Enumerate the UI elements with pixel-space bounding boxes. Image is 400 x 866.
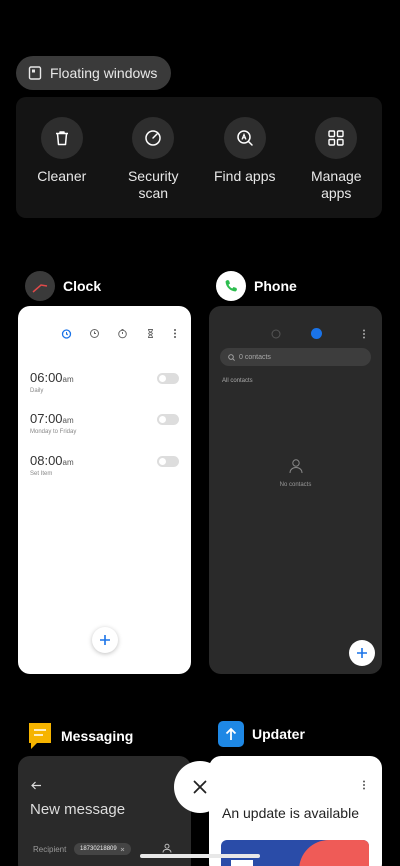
phone-app-header[interactable]: Phone xyxy=(216,271,297,301)
person-icon xyxy=(289,459,303,474)
updater-app-card[interactable]: An update is available xyxy=(209,756,382,866)
update-banner-image xyxy=(221,840,369,866)
manage-apps-label: Manage apps xyxy=(310,168,362,201)
security-icon-circle xyxy=(132,117,175,159)
alarm-time: 06:00 xyxy=(30,370,63,385)
close-all-button[interactable] xyxy=(174,761,226,813)
security-scan-label: Security scan xyxy=(127,168,179,201)
new-message-title: New message xyxy=(30,801,126,818)
alarm-time: 08:00 xyxy=(30,453,63,468)
search-icon xyxy=(228,353,235,361)
recipient-chip[interactable]: 18730218809 xyxy=(74,843,131,855)
alarm-ampm: am xyxy=(62,416,74,425)
grid-icon xyxy=(328,130,344,146)
clock-app-icon xyxy=(25,271,55,301)
contacts-search-input[interactable]: 0 contacts xyxy=(220,348,371,366)
phone-app-card[interactable]: 0 contacts All contacts No contacts xyxy=(209,306,382,674)
manage-apps-icon-circle xyxy=(315,117,358,159)
recents-tab-icon[interactable] xyxy=(271,329,281,339)
alarm-toggle[interactable] xyxy=(157,414,179,425)
cleaner-button[interactable]: Cleaner xyxy=(16,97,108,218)
add-contact-button[interactable] xyxy=(349,640,375,666)
updater-app-name: Updater xyxy=(252,726,305,742)
trash-icon xyxy=(55,131,68,146)
messaging-app-icon xyxy=(27,721,53,751)
alarm-ampm: am xyxy=(62,458,74,467)
alarm-repeat: Monday to Friday xyxy=(30,429,77,435)
no-contacts-label: No contacts xyxy=(279,482,312,488)
cleaner-label: Cleaner xyxy=(37,168,87,184)
alarm-toggle[interactable] xyxy=(157,373,179,384)
add-alarm-button[interactable] xyxy=(92,627,118,653)
alarm-time: 07:00 xyxy=(30,411,63,426)
all-contacts-label: All contacts xyxy=(222,378,253,384)
messaging-app-header[interactable]: Messaging xyxy=(27,721,133,751)
shortcuts-panel: Cleaner Security scan Find apps Manage a… xyxy=(16,97,382,218)
alarm-repeat: Set Item xyxy=(30,471,53,477)
timer-tab-icon[interactable] xyxy=(145,328,156,339)
search-app-icon xyxy=(237,130,253,146)
floating-windows-button[interactable]: Floating windows xyxy=(16,56,172,90)
find-apps-label: Find apps xyxy=(214,168,276,184)
back-arrow-icon[interactable] xyxy=(31,781,42,790)
security-scan-button[interactable]: Security scan xyxy=(108,97,200,218)
contacts-search-placeholder: 0 contacts xyxy=(239,353,271,361)
update-available-title: An update is available xyxy=(222,805,359,821)
clock-app-name: Clock xyxy=(63,278,102,294)
cleaner-icon-circle xyxy=(40,117,83,159)
clock-app-card[interactable]: 06:00am Daily 07:00am Monday to Friday 0… xyxy=(18,306,191,674)
more-icon[interactable] xyxy=(362,780,366,790)
alarm-tab-icon[interactable] xyxy=(61,328,72,339)
plus-icon xyxy=(357,648,367,658)
more-icon[interactable] xyxy=(362,329,366,339)
alarm-repeat: Daily xyxy=(30,388,44,394)
floating-windows-label: Floating windows xyxy=(50,65,158,81)
updater-app-header[interactable]: Updater xyxy=(218,721,305,747)
messaging-app-card[interactable]: New message Recipient 18730218809 xyxy=(18,756,191,866)
floating-window-icon xyxy=(28,66,42,80)
recipient-chip-number: 18730218809 xyxy=(80,846,117,852)
remove-recipient-icon[interactable] xyxy=(120,847,125,852)
add-contact-icon[interactable] xyxy=(162,843,172,853)
security-icon xyxy=(145,130,161,146)
phone-app-icon xyxy=(216,271,246,301)
plus-icon xyxy=(100,635,110,645)
alarm-toggle[interactable] xyxy=(157,456,179,467)
alarm-item[interactable]: 06:00am Daily xyxy=(30,369,179,399)
messaging-app-name: Messaging xyxy=(61,728,134,744)
home-indicator[interactable] xyxy=(140,854,260,858)
clock-tab-bar xyxy=(18,328,191,339)
alarm-ampm: am xyxy=(62,375,74,384)
find-apps-icon-circle xyxy=(223,117,266,159)
updater-app-icon xyxy=(218,721,244,747)
recipient-label: Recipient xyxy=(33,845,67,854)
clock-app-header[interactable]: Clock xyxy=(25,271,101,301)
find-apps-button[interactable]: Find apps xyxy=(199,97,291,218)
stopwatch-tab-icon[interactable] xyxy=(117,328,128,339)
alarm-item[interactable]: 07:00am Monday to Friday xyxy=(30,410,179,440)
more-icon[interactable] xyxy=(173,328,177,339)
manage-apps-button[interactable]: Manage apps xyxy=(291,97,383,218)
contacts-tab-icon[interactable] xyxy=(311,328,322,339)
alarm-item[interactable]: 08:00am Set Item xyxy=(30,452,179,482)
phone-app-name: Phone xyxy=(254,278,297,294)
world-clock-tab-icon[interactable] xyxy=(89,328,100,339)
close-icon xyxy=(193,780,207,794)
